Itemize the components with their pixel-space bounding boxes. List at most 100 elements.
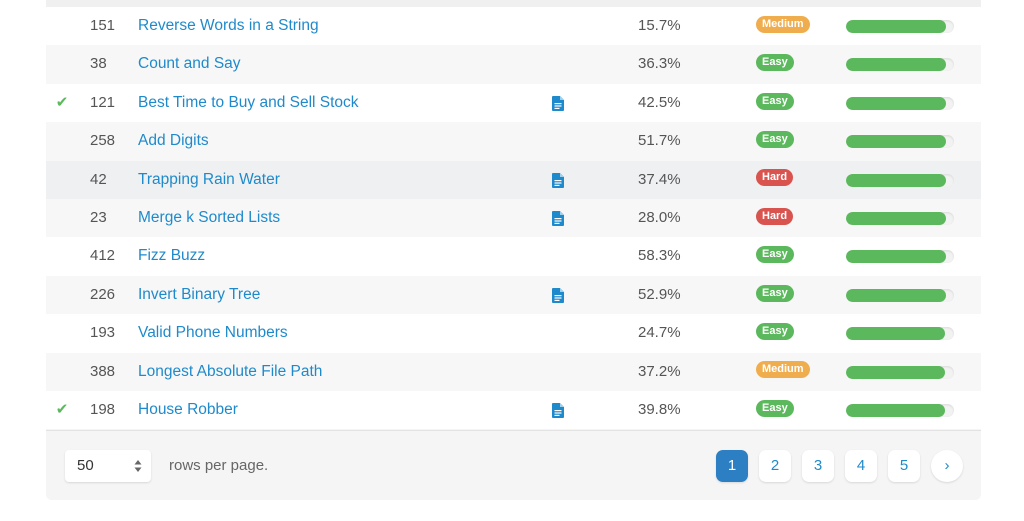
difficulty-cell: Medium: [756, 7, 810, 45]
difficulty-badge: Medium: [756, 15, 810, 33]
table-row[interactable]: 151 Reverse Words in a String 15.7% Medium: [46, 7, 981, 46]
frequency-bar: [846, 391, 954, 429]
rows-per-page-label: rows per page.: [169, 457, 269, 474]
problem-id: 42: [90, 170, 107, 188]
acceptance-rate: 58.3%: [638, 247, 681, 265]
rows-per-page-value: 50: [77, 457, 94, 474]
frequency-track: [846, 96, 954, 110]
check-icon: [54, 122, 70, 160]
problem-id: 388: [90, 362, 116, 380]
document-icon[interactable]: [552, 161, 565, 199]
sort-arrows-icon: [134, 459, 142, 473]
acceptance-rate: 52.9%: [638, 285, 681, 303]
table-row[interactable]: 193 Valid Phone Numbers 24.7% Easy: [46, 314, 981, 353]
problem-title-link[interactable]: Invert Binary Tree: [138, 276, 260, 314]
difficulty-badge: Easy: [756, 322, 794, 340]
frequency-fill: [846, 58, 947, 72]
page-button-2[interactable]: 2: [759, 450, 791, 482]
problem-title-link[interactable]: Best Time to Buy and Sell Stock: [138, 84, 359, 122]
table-footer: 50 rows per page. 1 2 3 4 5 ›: [46, 430, 981, 500]
frequency-track: [846, 403, 954, 417]
problem-title-link[interactable]: Merge k Sorted Lists: [138, 199, 280, 237]
problem-title-link[interactable]: Add Digits: [138, 122, 209, 160]
page-button-5[interactable]: 5: [888, 450, 920, 482]
table-row[interactable]: 23 Merge k Sorted Lists 28.0% Hard: [46, 198, 981, 238]
check-icon: [54, 199, 70, 237]
problem-title-link[interactable]: Count and Say: [138, 45, 241, 83]
problem-id: 38: [90, 55, 107, 73]
acceptance-rate: 42.5%: [638, 93, 681, 111]
difficulty-cell: Easy: [756, 237, 794, 275]
acceptance-rate: 15.7%: [638, 17, 681, 34]
problem-id: 23: [90, 208, 107, 226]
problem-title-link[interactable]: House Robber: [138, 391, 238, 429]
difficulty-badge: Easy: [756, 399, 794, 417]
table-row[interactable]: 258 Add Digits 51.7% Easy: [46, 122, 981, 161]
frequency-bar: [846, 353, 954, 391]
frequency-fill: [846, 403, 946, 417]
frequency-bar: [846, 276, 954, 314]
difficulty-badge: Easy: [756, 246, 794, 264]
problem-id: 151: [90, 17, 116, 34]
frequency-track: [846, 365, 954, 379]
document-icon[interactable]: [552, 84, 565, 122]
table-row[interactable]: ✔ 121 Best Time to Buy and Sell Stock 42.5%…: [46, 83, 981, 123]
problem-title-link[interactable]: Fizz Buzz: [138, 237, 205, 275]
check-icon: [54, 7, 70, 45]
problem-list-panel: 151 Reverse Words in a String 15.7% Medium 3…: [46, 0, 981, 500]
frequency-bar: [846, 7, 954, 45]
rows-per-page-select[interactable]: 50: [65, 450, 151, 482]
frequency-fill: [846, 96, 947, 110]
difficulty-cell: Easy: [756, 45, 794, 83]
page-button-3[interactable]: 3: [802, 450, 834, 482]
difficulty-badge: Easy: [756, 284, 794, 302]
acceptance-rate: 37.2%: [638, 362, 681, 380]
document-icon[interactable]: [552, 276, 565, 314]
frequency-fill: [846, 327, 946, 341]
frequency-fill: [846, 135, 947, 149]
problem-id: 258: [90, 132, 116, 150]
check-icon: ✔: [55, 93, 69, 111]
acceptance-rate: 37.4%: [638, 170, 681, 188]
acceptance-rate: 36.3%: [638, 55, 681, 73]
difficulty-cell: Easy: [756, 314, 794, 352]
problem-title-link[interactable]: Trapping Rain Water: [138, 161, 280, 199]
table-row[interactable]: ✔ 198 House Robber 39.8% Easy: [46, 390, 981, 430]
table-row[interactable]: 388 Longest Absolute File Path 37.2% Medium: [46, 352, 981, 391]
table-row[interactable]: 412 Fizz Buzz 58.3% Easy: [46, 237, 981, 276]
frequency-fill: [846, 250, 947, 264]
problem-table-body: 151 Reverse Words in a String 15.7% Medium 3…: [46, 7, 981, 430]
page-button-4[interactable]: 4: [845, 450, 877, 482]
table-row[interactable]: 38 Count and Say 36.3% Easy: [46, 45, 981, 84]
problem-title-link[interactable]: Reverse Words in a String: [138, 7, 319, 45]
document-icon[interactable]: [552, 391, 565, 429]
frequency-fill: [846, 211, 947, 225]
acceptance-rate: 39.8%: [638, 400, 681, 418]
page-button-1[interactable]: 1: [716, 450, 748, 482]
difficulty-cell: Easy: [756, 122, 794, 160]
table-row[interactable]: 226 Invert Binary Tree 52.9% Easy: [46, 275, 981, 315]
frequency-track: [846, 250, 954, 264]
check-icon: [54, 353, 70, 391]
frequency-bar: [846, 161, 954, 199]
frequency-fill: [846, 173, 947, 187]
problem-title-link[interactable]: Longest Absolute File Path: [138, 353, 322, 391]
frequency-bar: [846, 45, 954, 83]
frequency-track: [846, 135, 954, 149]
table-top-border: [46, 0, 981, 7]
document-icon[interactable]: [552, 199, 565, 237]
problem-id: 412: [90, 247, 116, 265]
table-row[interactable]: 42 Trapping Rain Water 37.4% Hard: [46, 160, 981, 199]
check-icon: [54, 45, 70, 83]
problem-id: 198: [90, 400, 116, 418]
difficulty-badge: Hard: [756, 207, 794, 225]
acceptance-rate: 24.7%: [638, 324, 681, 342]
check-icon: ✔: [55, 400, 69, 418]
difficulty-badge: Hard: [756, 169, 794, 187]
chevron-right-icon[interactable]: ›: [931, 450, 963, 482]
frequency-track: [846, 173, 954, 187]
frequency-bar: [846, 199, 954, 237]
check-icon: [54, 161, 70, 199]
problem-title-link[interactable]: Valid Phone Numbers: [138, 314, 288, 352]
difficulty-cell: Easy: [756, 391, 794, 429]
